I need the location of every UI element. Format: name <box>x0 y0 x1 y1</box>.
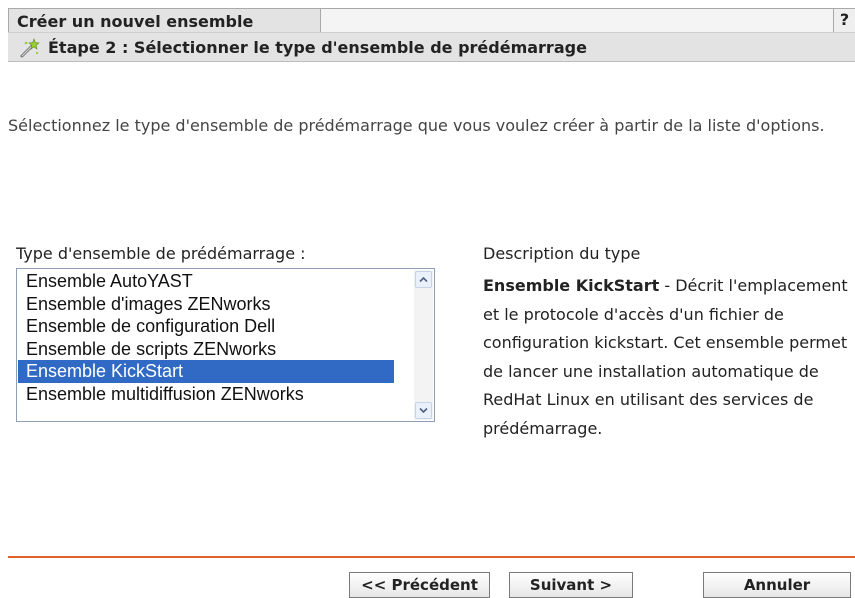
chevron-down-icon <box>419 407 428 414</box>
type-list-label: Type d'ensemble de prédémarrage : <box>16 244 306 263</box>
footer-divider <box>8 556 855 558</box>
intro-text: Sélectionnez le type d'ensemble de prédé… <box>8 116 825 135</box>
scroll-up-button[interactable] <box>415 271 432 288</box>
magic-wand-icon <box>20 38 40 58</box>
next-button[interactable]: Suivant > <box>509 572 633 598</box>
help-button[interactable]: ? <box>833 8 855 32</box>
previous-button[interactable]: << Précédent <box>349 572 490 598</box>
description-body: - Décrit l'emplacement et le protocole d… <box>483 276 848 438</box>
step-title: Étape 2 : Sélectionner le type d'ensembl… <box>48 38 587 57</box>
description-text: Ensemble KickStart - Décrit l'emplacemen… <box>483 244 853 443</box>
listbox-scrollbar[interactable] <box>414 270 433 420</box>
list-item[interactable]: Ensemble d'images ZENworks <box>18 293 394 316</box>
list-item[interactable]: Ensemble AutoYAST <box>18 270 394 293</box>
list-item[interactable]: Ensemble multidiffusion ZENworks <box>18 383 394 406</box>
titlebar-filler <box>321 8 855 32</box>
list-item-selected[interactable]: Ensemble KickStart <box>18 360 394 383</box>
list-item[interactable]: Ensemble de scripts ZENworks <box>18 338 394 361</box>
chevron-up-icon <box>419 276 428 283</box>
scroll-down-button[interactable] <box>415 402 432 419</box>
description-type-name: Ensemble KickStart <box>483 276 660 295</box>
window-title: Créer un nouvel ensemble <box>8 8 321 32</box>
list-item[interactable]: Ensemble de configuration Dell <box>18 315 394 338</box>
step-header: Étape 2 : Sélectionner le type d'ensembl… <box>8 32 855 62</box>
window-titlebar: Créer un nouvel ensemble ? <box>0 0 855 32</box>
cancel-button[interactable]: Annuler <box>703 572 851 598</box>
bundle-type-options: Ensemble AutoYAST Ensemble d'images ZENw… <box>18 270 394 405</box>
bundle-type-listbox[interactable]: Ensemble AutoYAST Ensemble d'images ZENw… <box>16 268 435 422</box>
